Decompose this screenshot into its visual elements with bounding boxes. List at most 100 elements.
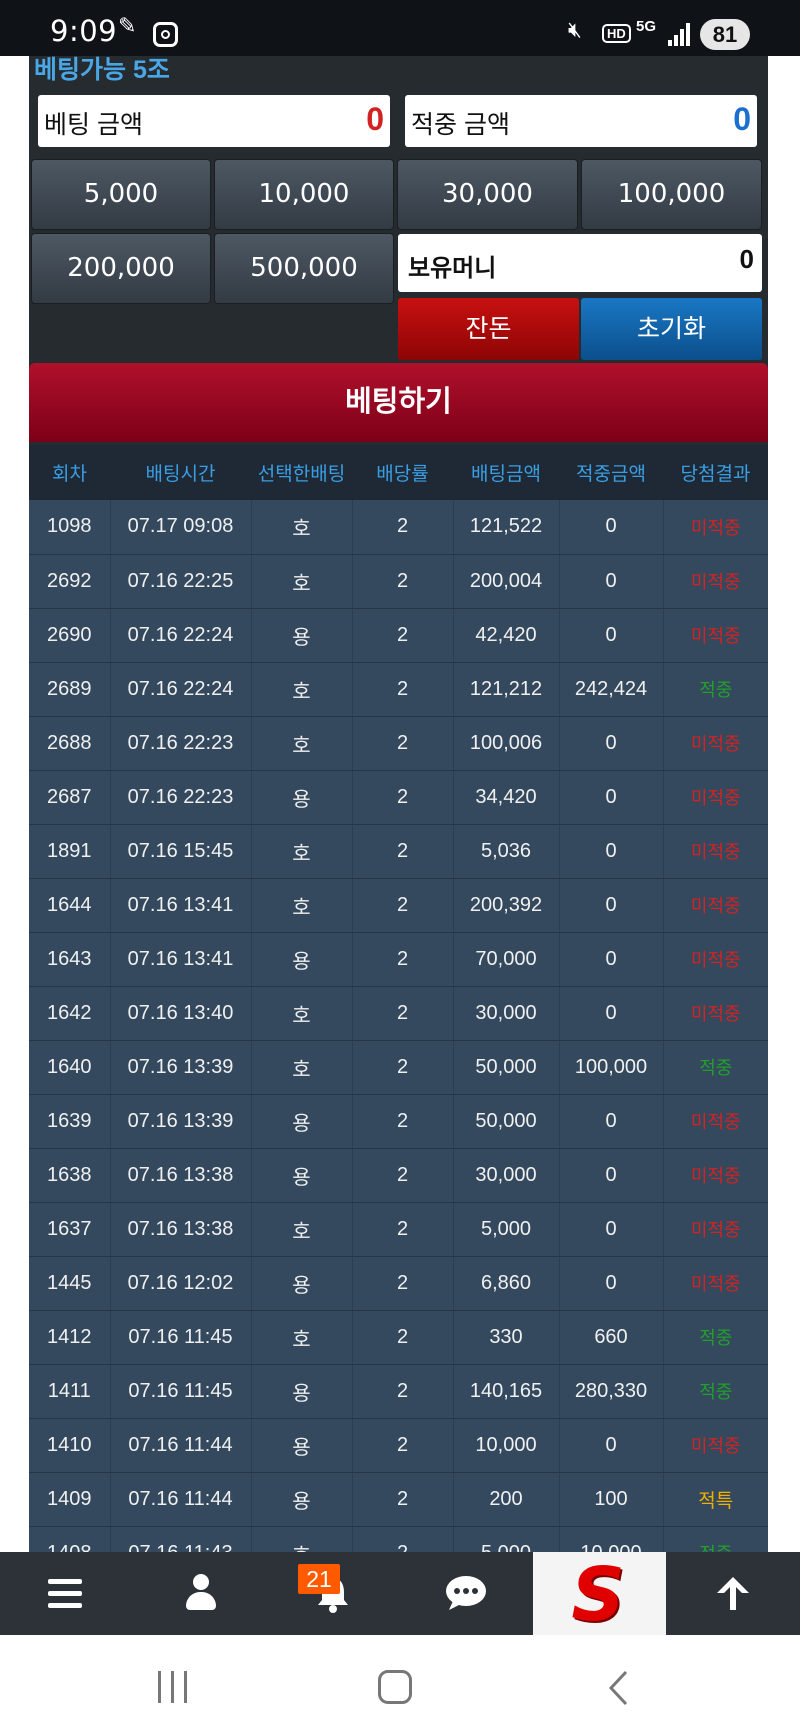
bottom-nav: 21 S (0, 1552, 800, 1635)
chip-30000-button[interactable]: 30,000 (397, 159, 578, 230)
table-row: 1642 07.16 13:40 호 2 30,000 0 미적중 (29, 986, 768, 1041)
cell-result: 적중 (663, 1364, 768, 1419)
cell-bet-amount: 70,000 (453, 932, 560, 987)
cell-hit-amount: 0 (559, 932, 664, 987)
cell-result: 적중 (663, 1310, 768, 1365)
cell-bet-amount: 200,004 (453, 554, 560, 609)
cell-hit-amount: 0 (559, 1148, 664, 1203)
cell-hit-amount: 100,000 (559, 1040, 664, 1095)
bet-history-body: 1098 07.17 09:08 호 2 121,522 0 미적중 2692 07.16 22… (29, 500, 768, 1552)
brand-logo-button[interactable]: S (533, 1552, 666, 1635)
cell-result: 적중 (663, 1040, 768, 1095)
cell-time: 07.16 22:24 (110, 662, 252, 717)
cell-pick: 호 (251, 878, 353, 933)
cell-hit-amount: 0 (559, 554, 664, 609)
cell-hit-amount: 0 (559, 824, 664, 879)
cell-bet-amount: 121,522 (453, 500, 560, 555)
cell-odds: 2 (352, 878, 454, 933)
cell-pick: 용 (251, 1418, 353, 1473)
cell-hit-amount: 0 (559, 1202, 664, 1257)
menu-icon (48, 1579, 82, 1609)
cell-time: 07.16 11:44 (110, 1472, 252, 1527)
home-icon[interactable] (378, 1670, 412, 1704)
battery-indicator: 81 (700, 19, 750, 50)
cell-result: 미적중 (663, 1202, 768, 1257)
recent-apps-icon[interactable] (156, 1671, 190, 1703)
table-row: 2690 07.16 22:24 용 2 42,420 0 미적중 (29, 608, 768, 663)
cell-pick: 호 (251, 1040, 353, 1095)
cell-round: 1409 (29, 1472, 111, 1527)
menu-button[interactable] (0, 1552, 133, 1635)
chat-button[interactable] (399, 1552, 532, 1635)
cell-time: 07.16 13:38 (110, 1148, 252, 1203)
cell-time: 07.16 11:44 (110, 1418, 252, 1473)
cell-round: 1891 (29, 824, 111, 879)
cell-pick: 호 (251, 500, 353, 555)
cell-odds: 2 (352, 1526, 454, 1552)
cell-bet-amount: 140,165 (453, 1364, 560, 1419)
cell-bet-amount: 200 (453, 1472, 560, 1527)
cell-time: 07.16 13:39 (110, 1040, 252, 1095)
scroll-top-button[interactable] (666, 1552, 799, 1635)
cell-result: 미적중 (663, 770, 768, 825)
cell-result: 미적중 (663, 932, 768, 987)
cell-hit-amount: 0 (559, 1418, 664, 1473)
cell-bet-amount: 100,006 (453, 716, 560, 771)
cell-round: 1098 (29, 500, 111, 555)
cell-result: 미적중 (663, 986, 768, 1041)
table-row: 1637 07.16 13:38 호 2 5,000 0 미적중 (29, 1202, 768, 1257)
profile-button[interactable] (133, 1552, 266, 1635)
cell-hit-amount: 0 (559, 1256, 664, 1311)
cell-round: 2690 (29, 608, 111, 663)
cell-odds: 2 (352, 1256, 454, 1311)
chip-100000-button[interactable]: 100,000 (581, 159, 762, 230)
wallet-balance: 보유머니 0 (398, 234, 762, 292)
col-round-header: 회차 (29, 445, 110, 500)
table-row: 1644 07.16 13:41 호 2 200,392 0 미적중 (29, 878, 768, 933)
cell-result: 미적중 (663, 1148, 768, 1203)
change-button[interactable]: 잔돈 (398, 298, 579, 360)
cell-result: 적중 (663, 662, 768, 717)
chip-5000-button[interactable]: 5,000 (31, 159, 211, 230)
cell-odds: 2 (352, 986, 454, 1041)
hit-amount-label: 적중 금액 (411, 111, 510, 139)
cell-pick: 호 (251, 1202, 353, 1257)
cell-result: 미적중 (663, 1418, 768, 1473)
chip-10000-button[interactable]: 10,000 (214, 159, 394, 230)
col-odds-header: 배당률 (352, 445, 453, 500)
reset-button[interactable]: 초기화 (581, 298, 762, 360)
cell-result: 미적중 (663, 878, 768, 933)
cell-bet-amount: 42,420 (453, 608, 560, 663)
cell-pick: 호 (251, 716, 353, 771)
chip-500000-button[interactable]: 500,000 (214, 233, 394, 304)
hit-amount-value: 0 (733, 101, 751, 137)
status-time: 9:09 (50, 14, 118, 48)
place-bet-button[interactable]: 베팅하기 (29, 363, 768, 442)
system-nav-bar (0, 1635, 800, 1734)
cell-pick: 호 (251, 1310, 353, 1365)
cell-hit-amount: 0 (559, 1094, 664, 1149)
cell-odds: 2 (352, 1472, 454, 1527)
cell-round: 1408 (29, 1526, 111, 1552)
cell-hit-amount: 0 (559, 986, 664, 1041)
cell-time: 07.16 13:41 (110, 878, 252, 933)
cell-bet-amount: 50,000 (453, 1040, 560, 1095)
cell-bet-amount: 5,036 (453, 824, 560, 879)
cell-hit-amount: 100 (559, 1472, 664, 1527)
network-5g-icon: 5G (636, 18, 657, 35)
cell-hit-amount: 10,000 (559, 1526, 664, 1552)
cell-odds: 2 (352, 500, 454, 555)
back-icon[interactable] (606, 1669, 630, 1707)
cell-pick: 용 (251, 1472, 353, 1527)
cell-odds: 2 (352, 608, 454, 663)
available-bets-text: 베팅가능 5조 (34, 56, 170, 84)
col-time-header: 배팅시간 (110, 445, 251, 500)
signal-icon (668, 20, 694, 46)
cell-result: 미적중 (663, 716, 768, 771)
cell-round: 2692 (29, 554, 111, 609)
cell-pick: 용 (251, 932, 353, 987)
table-row: 1891 07.16 15:45 호 2 5,036 0 미적중 (29, 824, 768, 879)
table-row: 1410 07.16 11:44 용 2 10,000 0 미적중 (29, 1418, 768, 1473)
cell-bet-amount: 34,420 (453, 770, 560, 825)
chip-200000-button[interactable]: 200,000 (31, 233, 211, 304)
